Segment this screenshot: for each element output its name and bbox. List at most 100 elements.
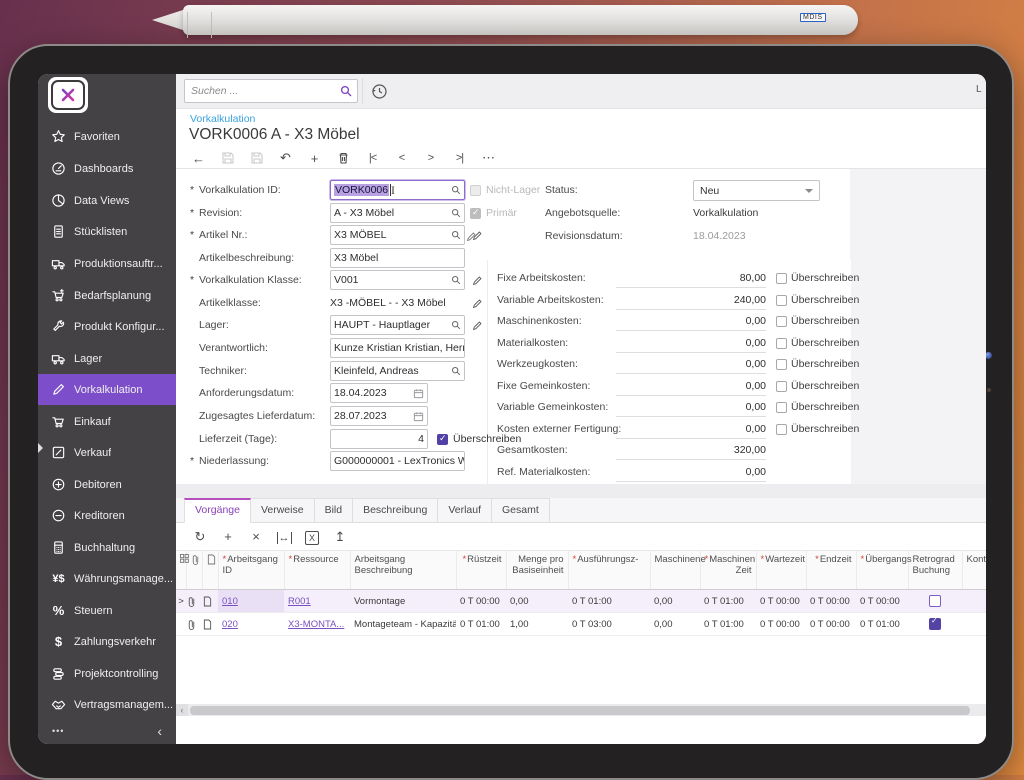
ueberschreiben-checkbox[interactable] <box>776 380 787 392</box>
cell-retrograd-buchung[interactable] <box>908 612 962 636</box>
techniker-field[interactable]: Kleinfeld, Andreas <box>330 361 465 381</box>
lookup-icon[interactable] <box>451 366 461 376</box>
cell-ressource[interactable]: X3-MONTA... <box>284 612 350 636</box>
primaer-checkbox[interactable] <box>470 207 481 219</box>
breadcrumb[interactable]: Vorkalkulation <box>190 113 255 125</box>
ueberschreiben-checkbox[interactable] <box>437 433 448 445</box>
sidebar-item-produktionsauftraege[interactable]: Produktionsauftr... <box>38 248 176 279</box>
retrograd-checkbox[interactable] <box>929 595 941 607</box>
refresh-icon[interactable]: ↻ <box>186 529 214 545</box>
horizontal-scrollbar[interactable]: ‹ <box>176 704 986 716</box>
delete-record-button[interactable] <box>329 151 358 165</box>
col-maschinene[interactable]: Maschinene <box>650 550 706 590</box>
cell-endzeit[interactable]: 0 T 00:00 <box>806 589 856 613</box>
calendar-icon[interactable] <box>413 411 424 422</box>
cost-value[interactable]: 0,00 <box>616 377 766 396</box>
ueberschreiben-checkbox[interactable] <box>776 423 787 435</box>
cell-ressource[interactable]: R001 <box>284 589 350 613</box>
sidebar-item-produkt-konfigurator[interactable]: Produkt Konfigur... <box>38 311 176 342</box>
cost-value[interactable]: 0,00 <box>616 355 766 374</box>
col-endzeit[interactable]: *Endzeit <box>806 550 857 590</box>
save-close-button[interactable] <box>213 151 242 165</box>
col-wartezeit[interactable]: *Wartezeit <box>756 550 807 590</box>
retrograd-checkbox[interactable] <box>929 616 941 630</box>
lookup-icon[interactable] <box>451 275 461 285</box>
col-ausfuehrungszeit[interactable]: *Ausführungsz- <box>568 550 651 590</box>
lookup-icon[interactable] <box>451 208 461 218</box>
sidebar-item-debitoren[interactable]: Debitoren <box>38 469 176 500</box>
ueberschreiben-checkbox[interactable] <box>776 401 787 413</box>
cell-menge[interactable]: 0,00 <box>506 589 568 613</box>
sidebar-item-projektcontrolling[interactable]: Projektcontrolling <box>38 658 176 689</box>
cell-kont[interactable] <box>962 612 986 636</box>
cell-ruestzeit[interactable]: 0 T 01:00 <box>456 612 506 636</box>
ueberschreiben-checkbox[interactable] <box>776 315 787 327</box>
col-uebergangszeit[interactable]: *Übergangs <box>856 550 912 590</box>
cost-value[interactable]: 0,00 <box>616 398 766 417</box>
status-dropdown[interactable]: Neu <box>693 180 820 201</box>
next-record-button[interactable]: > <box>416 152 445 164</box>
col-maschinen-zeit[interactable]: *Maschinen Zeit <box>700 550 757 590</box>
ueberschreiben-checkbox[interactable] <box>776 272 787 284</box>
cell-maschinene[interactable]: 0,00 <box>650 612 700 636</box>
cell-wartezeit[interactable]: 0 T 00:00 <box>756 612 806 636</box>
undo-button[interactable]: ↶ <box>271 150 300 166</box>
edit-icon[interactable] <box>472 315 486 335</box>
delete-row-icon[interactable]: × <box>242 529 270 544</box>
cost-value[interactable]: 240,00 <box>616 291 766 310</box>
col-retrograd-buchung[interactable]: Retrograd Buchung <box>908 550 963 590</box>
lager-field[interactable]: HAUPT - Hauptlager <box>330 315 465 335</box>
add-row-icon[interactable]: + <box>214 529 242 544</box>
sidebar-item-kreditoren[interactable]: Kreditoren <box>38 500 176 531</box>
last-record-button[interactable]: >| <box>445 152 474 164</box>
col-beschreibung[interactable]: Arbeitsgang Beschreibung <box>350 550 457 590</box>
edit-icon[interactable] <box>466 226 480 246</box>
nicht-lager-checkbox[interactable] <box>470 184 481 196</box>
app-logo[interactable] <box>48 77 88 113</box>
note-icon[interactable] <box>202 589 218 613</box>
save-button[interactable] <box>242 151 271 165</box>
cell-kont[interactable] <box>962 589 986 613</box>
edit-icon[interactable] <box>472 293 486 313</box>
cell-uebergangszeit[interactable]: 0 T 00:00 <box>856 589 908 613</box>
verantwortlich-field[interactable]: Kunze Kristian Kristian, Herr <box>330 338 465 358</box>
sidebar-item-buchhaltung[interactable]: Buchhaltung <box>38 532 176 563</box>
lookup-icon[interactable] <box>451 230 461 240</box>
previous-record-button[interactable]: < <box>387 152 416 164</box>
lieferzeit-field[interactable]: 4 <box>330 429 428 449</box>
note-icon[interactable] <box>202 612 218 636</box>
paperclip-icon[interactable] <box>186 612 202 636</box>
user-menu[interactable]: L <box>976 84 982 95</box>
scrollbar-thumb[interactable] <box>190 705 970 715</box>
ueberschreiben-checkbox[interactable] <box>776 337 787 349</box>
sidebar-item-steuern[interactable]: % Steuern <box>38 595 176 626</box>
cell-ausfuehrungszeit[interactable]: 0 T 03:00 <box>568 612 650 636</box>
paperclip-icon[interactable] <box>186 589 202 613</box>
back-button[interactable]: ← <box>184 151 213 166</box>
cost-value[interactable]: 0,00 <box>616 420 766 439</box>
ueberschreiben-checkbox[interactable] <box>776 294 787 306</box>
add-record-button[interactable]: + <box>300 151 329 166</box>
tab-gesamt[interactable]: Gesamt <box>492 498 550 523</box>
cell-maschinen-zeit[interactable]: 0 T 01:00 <box>700 589 756 613</box>
niederlassung-field[interactable]: G000000001 - LexTronics Whc <box>330 451 465 471</box>
cell-arbeitsgang-id[interactable]: 020 <box>218 612 284 636</box>
row-expander[interactable]: > <box>176 589 186 613</box>
export-excel-icon[interactable]: X <box>298 529 326 545</box>
sidebar-item-vertragsmanagement[interactable]: Vertragsmanagem... <box>38 689 176 720</box>
cost-value[interactable]: 0,00 <box>616 312 766 331</box>
revision-field[interactable]: A - X3 Möbel <box>330 203 465 223</box>
grid-row-010[interactable]: > 010 R001 Vormontage 0 T 00:00 0,00 0 T… <box>176 589 986 613</box>
more-menu-button[interactable]: ••• <box>52 726 64 736</box>
col-ressource[interactable]: *Ressource <box>284 550 351 590</box>
cost-value[interactable]: 0,00 <box>616 334 766 353</box>
cell-maschinen-zeit[interactable]: 0 T 01:00 <box>700 612 756 636</box>
lookup-icon[interactable] <box>451 185 461 195</box>
anforderungsdatum-field[interactable]: 18.04.2023 <box>330 383 428 403</box>
sidebar-item-vorkalkulation[interactable]: Vorkalkulation <box>38 374 176 405</box>
fit-width-icon[interactable]: ↔ <box>270 529 298 544</box>
sidebar-item-lager[interactable]: Lager <box>38 343 176 374</box>
cell-ruestzeit[interactable]: 0 T 00:00 <box>456 589 506 613</box>
search-icon[interactable] <box>340 85 352 97</box>
cell-endzeit[interactable]: 0 T 00:00 <box>806 612 856 636</box>
